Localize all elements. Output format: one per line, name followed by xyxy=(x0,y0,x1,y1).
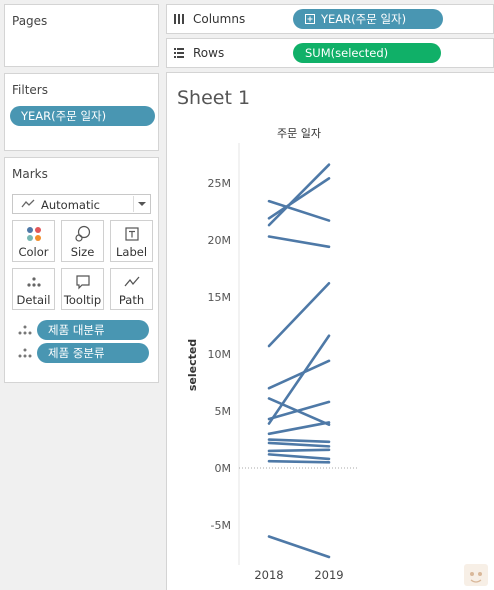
marks-field-pill-category[interactable]: 제품 대분류 xyxy=(37,320,149,340)
size-button[interactable]: Size xyxy=(61,220,104,262)
filter-pill-year[interactable]: YEAR(주문 일자) xyxy=(10,106,155,126)
filters-panel: Filters YEAR(주문 일자) xyxy=(4,73,159,151)
line-mark-icon xyxy=(21,199,35,208)
path-icon xyxy=(124,276,139,287)
path-label: Path xyxy=(118,293,145,307)
y-tick-label: 5M xyxy=(215,405,232,418)
detail-dots-icon xyxy=(18,348,32,358)
path-button[interactable]: Path xyxy=(110,268,153,310)
series-line[interactable] xyxy=(267,448,331,453)
rows-icon xyxy=(174,48,184,58)
sheet-view: Sheet 1 주문 일자 selected -5M 0M 5M 10M 15M 20M 2… xyxy=(166,72,494,590)
series-line[interactable] xyxy=(267,281,331,348)
columns-pill-year[interactable]: YEAR(주문 일자) xyxy=(293,9,443,29)
detail-dots-icon xyxy=(18,325,32,335)
detail-dots-icon xyxy=(26,277,41,287)
chevron-down-icon[interactable] xyxy=(133,196,149,212)
y-tick-label: 25M xyxy=(208,177,232,190)
columns-pill-label: YEAR(주문 일자) xyxy=(321,12,407,26)
marks-field-label: 제품 중분류 xyxy=(48,346,105,360)
series-line[interactable] xyxy=(267,163,331,227)
mark-type-label: Automatic xyxy=(41,198,100,212)
y-tick-label: 0M xyxy=(215,462,232,475)
series-line[interactable] xyxy=(267,359,331,390)
rows-shelf[interactable]: Rows SUM(selected) xyxy=(166,38,494,68)
rows-pill-sum[interactable]: SUM(selected) xyxy=(293,43,441,63)
series-line[interactable] xyxy=(267,421,331,436)
label-label: Label xyxy=(115,245,148,259)
pages-panel: Pages xyxy=(4,4,159,67)
rows-label: Rows xyxy=(193,46,225,60)
detail-label: Detail xyxy=(16,293,51,307)
tooltip-label: Tooltip xyxy=(63,293,102,307)
x-tick-label: 2019 xyxy=(314,568,343,582)
expand-plus-icon[interactable] xyxy=(305,14,315,24)
color-icon xyxy=(26,227,41,241)
color-label: Color xyxy=(18,245,49,259)
columns-shelf[interactable]: Columns YEAR(주문 일자) xyxy=(166,4,494,34)
y-tick-label: 15M xyxy=(208,291,232,304)
series-line[interactable] xyxy=(267,535,331,559)
filters-title: Filters xyxy=(12,83,48,97)
color-button[interactable]: Color xyxy=(12,220,55,262)
marks-field-label: 제품 대분류 xyxy=(48,323,105,337)
y-axis-title: selected xyxy=(186,339,199,391)
marks-field-pill-subcategory[interactable]: 제품 중분류 xyxy=(37,343,149,363)
series-line[interactable] xyxy=(267,459,331,464)
y-tick-label: 10M xyxy=(208,348,232,361)
series-line[interactable] xyxy=(267,235,331,249)
series-line[interactable] xyxy=(267,177,331,220)
series-line[interactable] xyxy=(267,441,331,448)
text-label-icon xyxy=(124,227,139,241)
watermark-logo-icon xyxy=(464,564,488,586)
y-tick-label: -5M xyxy=(211,519,231,532)
series-line[interactable] xyxy=(267,453,331,461)
series-line[interactable] xyxy=(267,438,331,444)
tooltip-icon xyxy=(75,275,90,290)
x-tick-label: 2018 xyxy=(254,568,283,582)
tooltip-button[interactable]: Tooltip xyxy=(61,268,104,310)
filter-pill-label: YEAR(주문 일자) xyxy=(21,109,107,123)
marks-title: Marks xyxy=(12,167,48,181)
size-icon xyxy=(74,225,90,242)
label-button[interactable]: Label xyxy=(110,220,153,262)
columns-icon xyxy=(174,14,184,24)
line-chart: selected -5M 0M 5M 10M 15M 20M 25M 2018 2019 xyxy=(186,143,357,582)
size-label: Size xyxy=(70,245,95,259)
detail-button[interactable]: Detail xyxy=(12,268,55,310)
y-tick-label: 20M xyxy=(208,234,232,247)
pages-title: Pages xyxy=(12,14,48,28)
columns-label: Columns xyxy=(193,12,246,26)
marks-panel: Marks Automatic Color Size Label Detail … xyxy=(4,157,159,383)
rows-pill-label: SUM(selected) xyxy=(305,46,389,60)
mark-type-dropdown[interactable]: Automatic xyxy=(12,194,151,214)
